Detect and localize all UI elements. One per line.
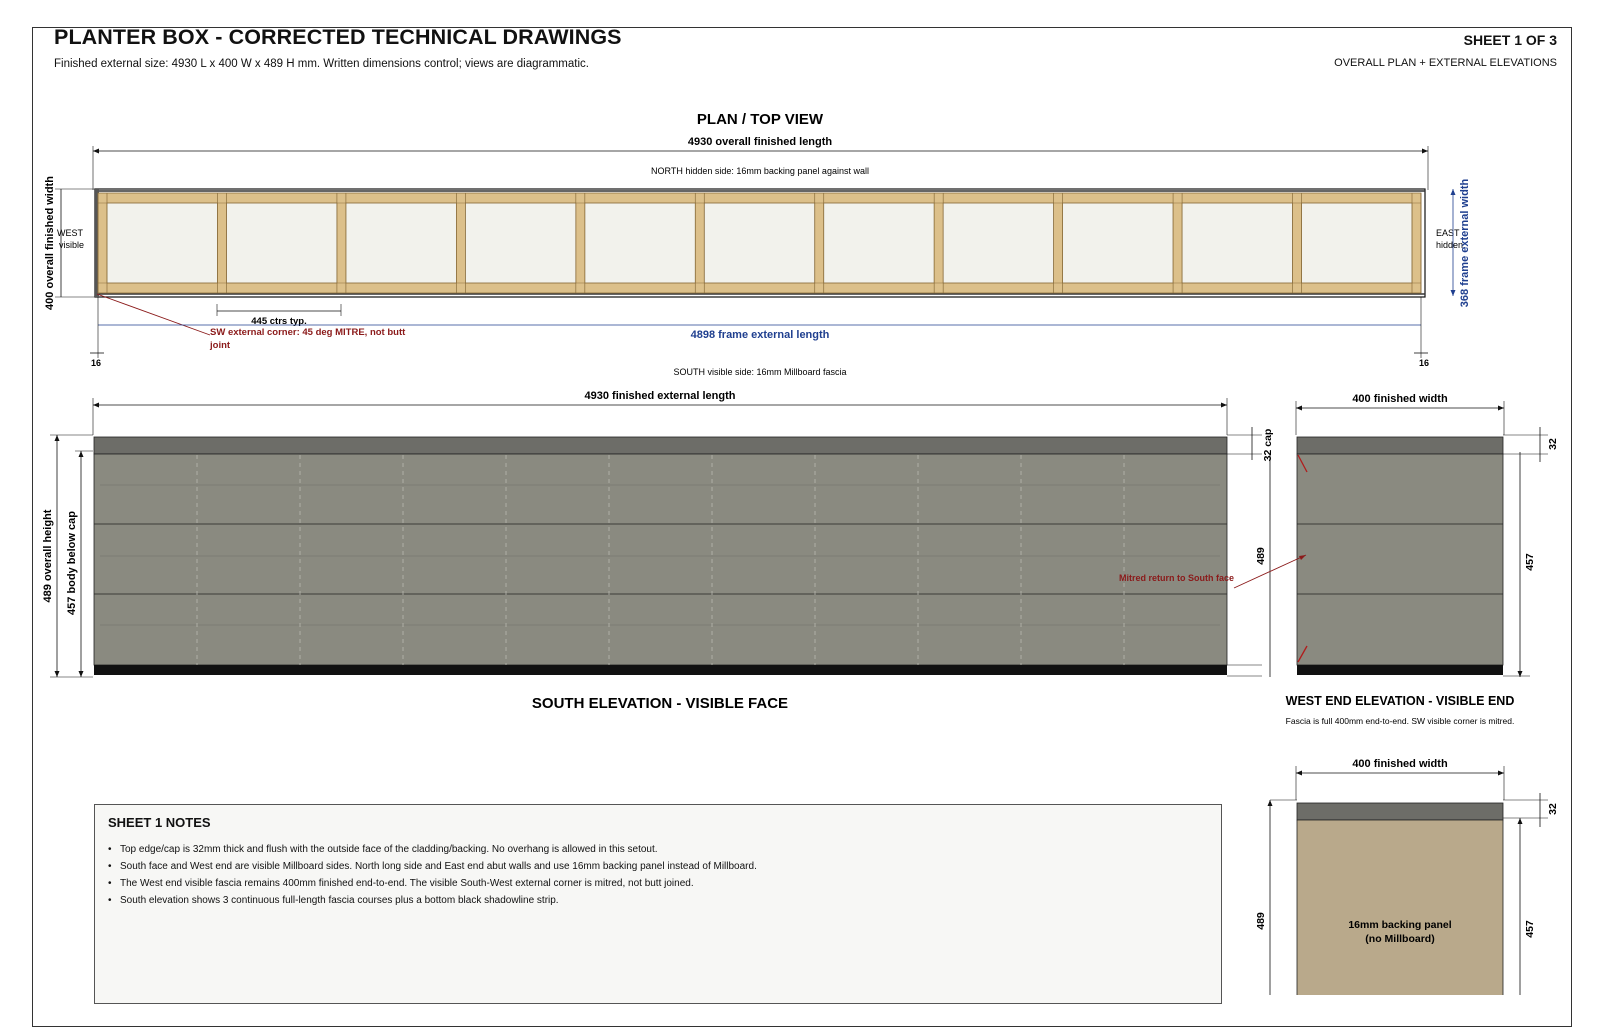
plan-overall-width-label: 400 overall finished width — [44, 176, 56, 310]
plan-offset-right-label: 16 — [1419, 358, 1429, 368]
plan-title: PLAN / TOP VIEW — [697, 111, 824, 128]
south-right-height-label: 489 — [1255, 547, 1267, 565]
south-cap — [93, 436, 1228, 455]
east-body-label: 457 — [1524, 920, 1536, 938]
plan-corner-note: SW external corner: 45 deg MITRE, not bu… — [210, 327, 406, 338]
west-fascia — [1296, 453, 1504, 666]
east-width-arrow-right — [1498, 770, 1504, 776]
south-elevation: 4930 finished external length 489 overal… — [42, 390, 1274, 712]
west-width-arrow-left — [1296, 405, 1302, 411]
east-cap — [1296, 802, 1504, 821]
plan-overall-arrow-left — [93, 148, 99, 154]
plan-frame-width-arrow-bottom — [1450, 290, 1456, 296]
notes-title: SHEET 1 NOTES — [108, 815, 211, 830]
south-shadowline — [94, 665, 1227, 675]
plan-bay-infill — [345, 202, 457, 284]
east-panel-label: 16mm backing panel — [1348, 919, 1451, 931]
east-backing-panel — [1296, 819, 1504, 995]
east-height-label: 489 — [1255, 912, 1267, 930]
east-width-arrow-left — [1296, 770, 1302, 776]
plan-view: PLAN / TOP VIEW 4930 overall finished le… — [44, 111, 1471, 377]
south-length-arrow-right — [1221, 402, 1227, 408]
note-item: South face and West end are visible Mill… — [108, 858, 757, 875]
south-length-arrow-left — [93, 402, 99, 408]
south-body-arrow-top — [78, 451, 84, 457]
south-elevation-title: SOUTH ELEVATION - VISIBLE FACE — [532, 695, 788, 712]
east-panel-sublabel: (no Millboard) — [1365, 933, 1434, 945]
plan-east-label: EAST — [1436, 228, 1460, 238]
plan-corner-leader — [96, 293, 211, 336]
plan-west-sublabel: visible — [59, 240, 84, 250]
notes-list: Top edge/cap is 32mm thick and flush wit… — [108, 841, 757, 909]
note-item: Top edge/cap is 32mm thick and flush wit… — [108, 841, 757, 858]
plan-bay-infill — [1301, 202, 1413, 284]
west-width-label: 400 finished width — [1352, 393, 1448, 405]
west-body-label: 457 — [1524, 553, 1536, 571]
south-body-arrow-bottom — [78, 671, 84, 677]
east-height-arrow-top — [1267, 800, 1273, 806]
south-body-height-label: 457 body below cap — [66, 511, 78, 615]
west-elevation-subtitle: Fascia is full 400mm end-to-end. SW visi… — [1286, 716, 1515, 726]
west-width-arrow-right — [1498, 405, 1504, 411]
south-cap-label: 32 cap — [1262, 429, 1274, 462]
plan-frame-width-arrow-top — [1450, 189, 1456, 195]
plan-frame — [97, 192, 1422, 294]
east-cap-label: 32 — [1547, 803, 1559, 815]
plan-bay-infill — [465, 202, 577, 284]
plan-overall-arrow-right — [1422, 148, 1428, 154]
east-elevation: 400 finished width 16mm backing panel (n… — [1255, 758, 1559, 995]
plan-bay-infill — [823, 202, 935, 284]
plan-overall-length-label: 4930 overall finished length — [688, 136, 833, 148]
west-cap — [1296, 436, 1504, 455]
plan-bay-infill — [106, 202, 218, 284]
east-width-label: 400 finished width — [1352, 758, 1448, 770]
plan-north-note: NORTH hidden side: 16mm backing panel ag… — [651, 166, 869, 176]
west-elevation-title: WEST END ELEVATION - VISIBLE END — [1286, 694, 1515, 708]
plan-bay-infill — [584, 202, 696, 284]
plan-bay-infill — [1181, 202, 1293, 284]
east-body-arrow-top — [1517, 818, 1523, 824]
plan-south-note: SOUTH visible side: 16mm Millboard fasci… — [673, 367, 846, 377]
south-fascia-body — [93, 453, 1228, 666]
west-shadowline — [1297, 665, 1503, 675]
south-overall-height-label: 489 overall height — [42, 509, 54, 602]
plan-offset-left-label: 16 — [91, 358, 101, 368]
west-mitre-note: Mitred return to South face — [1119, 573, 1234, 583]
south-length-label: 4930 finished external length — [585, 390, 736, 402]
notes-panel: SHEET 1 NOTES Top edge/cap is 32mm thick… — [94, 804, 1222, 1004]
west-cap-label: 32 — [1547, 438, 1559, 450]
note-item: South elevation shows 3 continuous full-… — [108, 892, 757, 909]
south-height-arrow-top — [54, 435, 60, 441]
plan-bay-infill — [226, 202, 338, 284]
plan-bay-infill — [703, 202, 816, 284]
south-height-arrow-bottom — [54, 671, 60, 677]
plan-bay-infill — [942, 202, 1054, 284]
plan-bay-infill — [1062, 202, 1174, 284]
plan-frame-length-label: 4898 frame external length — [691, 329, 830, 341]
plan-frame-width-label: 368 frame external width — [1459, 179, 1471, 308]
plan-corner-note-cont: joint — [209, 340, 231, 351]
note-item: The West end visible fascia remains 400m… — [108, 875, 757, 892]
